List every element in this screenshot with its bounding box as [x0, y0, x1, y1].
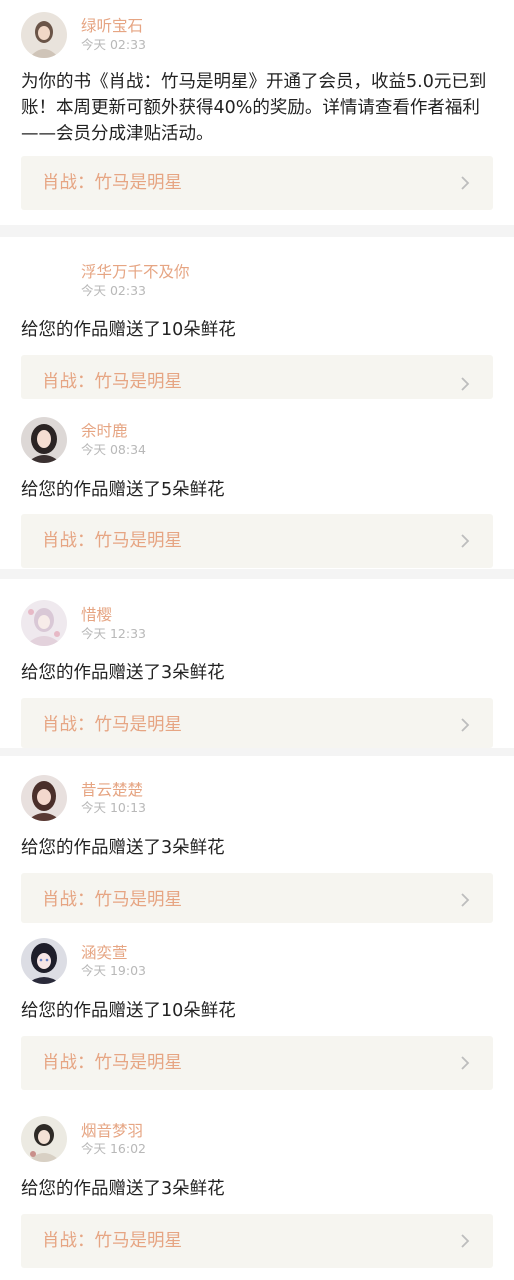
message-text: 给您的作品赠送了10朵鲜花 — [21, 1001, 236, 1021]
message-text: 为你的书《肖战：竹马是明星》开通了会员，收益5.0元已到账！本周更新可额外获得4… — [21, 72, 487, 144]
chevron-right-icon — [461, 534, 470, 548]
chevron-right-icon — [461, 893, 470, 907]
sender-name[interactable]: 惜樱 — [81, 605, 112, 625]
book-link-card[interactable]: 肖战：竹马是明星 — [21, 873, 493, 923]
avatar[interactable] — [21, 1116, 67, 1162]
sender-name[interactable]: 余时鹿 — [81, 421, 128, 441]
timestamp: 今天 19:03 — [81, 963, 146, 978]
book-title: 肖战：竹马是明星 — [42, 173, 182, 193]
message-text: 给您的作品赠送了10朵鲜花 — [21, 320, 236, 340]
group-separator — [0, 225, 514, 237]
book-link-card[interactable]: 肖战：竹马是明星 — [21, 698, 493, 748]
chevron-right-icon — [461, 1056, 470, 1070]
book-title: 肖战：竹马是明星 — [42, 715, 182, 735]
avatar[interactable] — [21, 417, 67, 463]
sender-name[interactable]: 涵奕萱 — [81, 943, 128, 963]
message-text: 给您的作品赠送了3朵鲜花 — [21, 1179, 225, 1199]
book-link-card[interactable]: 肖战：竹马是明星 — [21, 1214, 493, 1268]
book-title: 肖战：竹马是明星 — [42, 1231, 182, 1251]
book-title: 肖战：竹马是明星 — [42, 531, 182, 551]
timestamp: 今天 10:13 — [81, 800, 146, 815]
chevron-right-icon — [461, 377, 470, 391]
book-title: 肖战：竹马是明星 — [42, 372, 182, 392]
avatar[interactable] — [21, 262, 67, 308]
timestamp: 今天 16:02 — [81, 1141, 146, 1156]
avatar[interactable] — [21, 938, 67, 984]
avatar[interactable] — [21, 775, 67, 821]
sender-name[interactable]: 昔云楚楚 — [81, 780, 143, 800]
sender-name[interactable]: 绿听宝石 — [81, 16, 143, 36]
book-link-card[interactable]: 肖战：竹马是明星 — [21, 355, 493, 399]
message-text: 给您的作品赠送了5朵鲜花 — [21, 480, 225, 500]
group-separator — [0, 569, 514, 579]
avatar[interactable] — [21, 600, 67, 646]
chevron-right-icon — [461, 718, 470, 732]
book-link-card[interactable]: 肖战：竹马是明星 — [21, 156, 493, 210]
timestamp: 今天 02:33 — [81, 37, 146, 52]
book-title: 肖战：竹马是明星 — [42, 1053, 182, 1073]
book-link-card[interactable]: 肖战：竹马是明星 — [21, 1036, 493, 1090]
timestamp: 今天 12:33 — [81, 626, 146, 641]
message-text: 给您的作品赠送了3朵鲜花 — [21, 838, 225, 858]
message-text: 给您的作品赠送了3朵鲜花 — [21, 663, 225, 683]
book-title: 肖战：竹马是明星 — [42, 890, 182, 910]
avatar[interactable] — [21, 12, 67, 58]
sender-name[interactable]: 烟音梦羽 — [81, 1121, 143, 1141]
timestamp: 今天 08:34 — [81, 442, 146, 457]
sender-name[interactable]: 浮华万千不及你 — [81, 262, 190, 282]
book-link-card[interactable]: 肖战：竹马是明星 — [21, 514, 493, 568]
chevron-right-icon — [461, 1234, 470, 1248]
chevron-right-icon — [461, 176, 470, 190]
timestamp: 今天 02:33 — [81, 283, 146, 298]
